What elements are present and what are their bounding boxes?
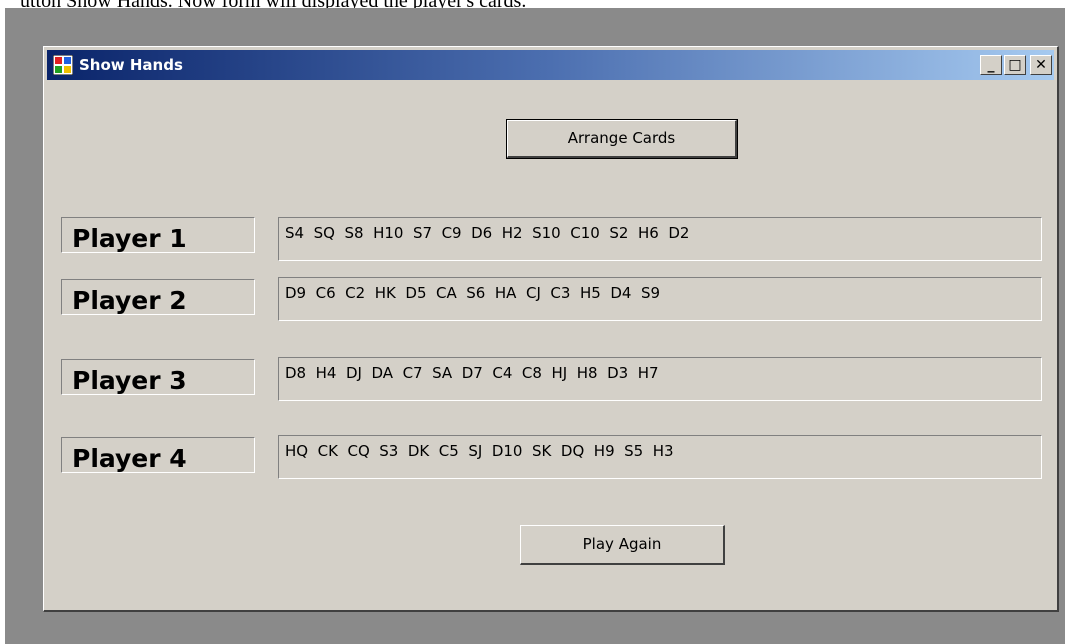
play-again-button[interactable]: Play Again bbox=[520, 525, 725, 565]
player-2-hand: D9 C6 C2 HK D5 CA S6 HA CJ C3 H5 D4 S9 bbox=[278, 277, 1042, 321]
player-3-hand: D8 H4 DJ DA C7 SA D7 C4 C8 HJ H8 D3 H7 bbox=[278, 357, 1042, 401]
maximize-button[interactable]: □ bbox=[1004, 55, 1026, 75]
arrange-cards-button[interactable]: Arrange Cards bbox=[506, 119, 738, 159]
screenshot-backdrop: Show Hands _ □ ✕ Arrange Cards Player 1 … bbox=[5, 8, 1065, 644]
windows-form-icon bbox=[53, 55, 73, 75]
close-button[interactable]: ✕ bbox=[1030, 55, 1052, 75]
player-4-hand: HQ CK CQ S3 DK C5 SJ D10 SK DQ H9 S5 H3 bbox=[278, 435, 1042, 479]
title-bar[interactable]: Show Hands _ □ ✕ bbox=[47, 50, 1054, 80]
player-1-hand: S4 SQ S8 H10 S7 C9 D6 H2 S10 C10 S2 H6 D… bbox=[278, 217, 1042, 261]
player-3-label: Player 3 bbox=[61, 359, 255, 395]
player-4-label: Player 4 bbox=[61, 437, 255, 473]
window-title: Show Hands bbox=[79, 56, 183, 74]
player-1-label: Player 1 bbox=[61, 217, 255, 253]
show-hands-window: Show Hands _ □ ✕ Arrange Cards Player 1 … bbox=[43, 46, 1059, 612]
player-2-label: Player 2 bbox=[61, 279, 255, 315]
minimize-button[interactable]: _ bbox=[980, 55, 1002, 75]
